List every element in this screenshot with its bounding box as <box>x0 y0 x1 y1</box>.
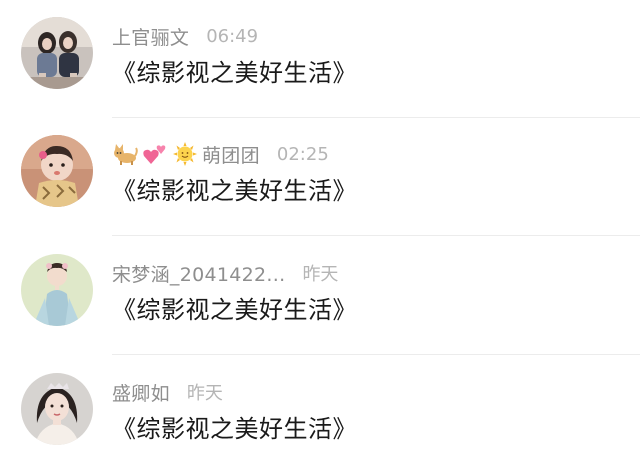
avatar[interactable] <box>21 135 93 207</box>
timestamp: 昨天 <box>186 383 223 404</box>
comment-text: 《综影视之美好生活》 <box>112 177 357 205</box>
timestamp: 02:25 <box>276 143 329 165</box>
timestamp: 昨天 <box>302 264 339 285</box>
comment-meta: 萌团团 02:25 <box>112 140 329 168</box>
two-hearts-icon <box>142 142 168 166</box>
username[interactable]: 萌团团 <box>202 141 260 168</box>
sun-face-icon <box>172 142 198 166</box>
cat-icon <box>112 142 138 166</box>
avatar[interactable] <box>21 373 93 445</box>
avatar[interactable] <box>21 17 93 89</box>
username[interactable]: 盛卿如 <box>112 379 170 406</box>
comment-item[interactable]: 萌团团 02:25 《综影视之美好生活》 <box>0 118 640 236</box>
timestamp: 06:49 <box>206 25 259 47</box>
comment-text: 《综影视之美好生活》 <box>112 415 357 443</box>
comment-meta: 上官骊文 06:49 <box>112 22 258 50</box>
username[interactable]: 上官骊文 <box>112 23 189 50</box>
comment-item[interactable]: 盛卿如 昨天 《综影视之美好生活》 <box>0 356 640 474</box>
comment-list: 上官骊文 06:49 《综影视之美好生活》 萌团团 02:25 《综影视之美好生… <box>0 0 640 463</box>
comment-text: 《综影视之美好生活》 <box>112 59 357 87</box>
comment-meta: 宋梦涵_2041422... 昨天 <box>112 259 338 287</box>
divider <box>112 354 640 355</box>
comment-meta: 盛卿如 昨天 <box>112 378 223 406</box>
username[interactable]: 宋梦涵_2041422... <box>112 260 285 287</box>
comment-item[interactable]: 上官骊文 06:49 《综影视之美好生活》 <box>0 0 640 118</box>
avatar[interactable] <box>21 254 93 326</box>
comment-item[interactable]: 宋梦涵_2041422... 昨天 《综影视之美好生活》 <box>0 237 640 355</box>
comment-text: 《综影视之美好生活》 <box>112 296 357 324</box>
divider <box>112 235 640 236</box>
